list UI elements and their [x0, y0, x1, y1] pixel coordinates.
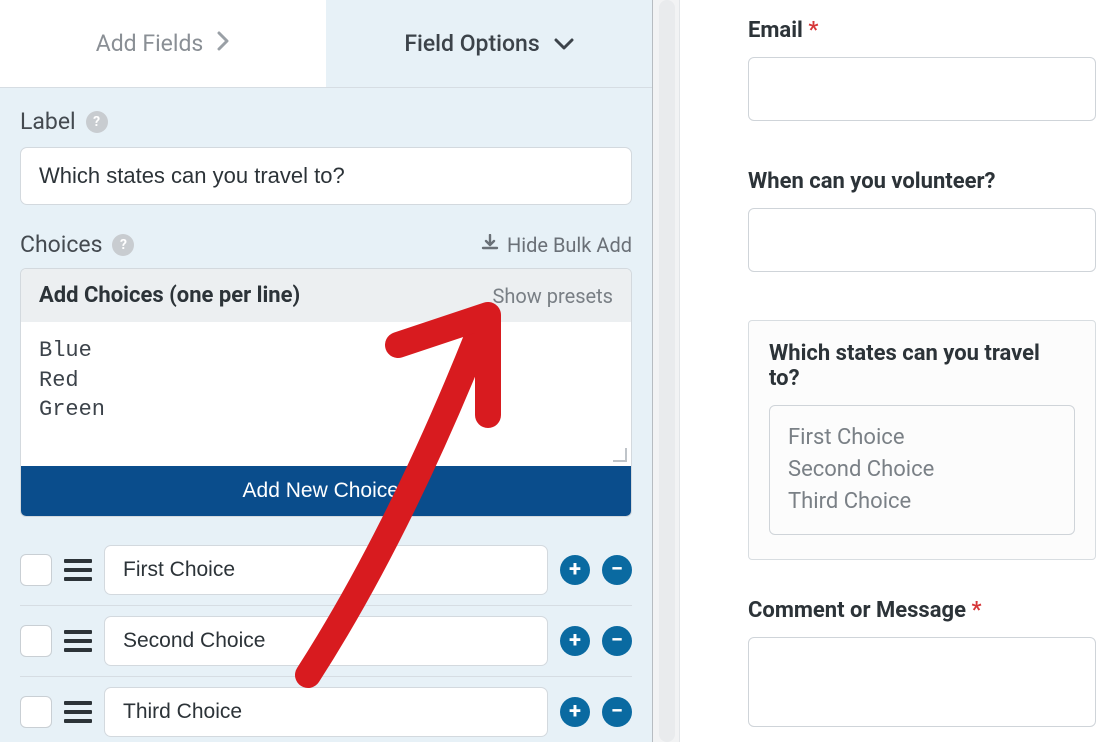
choice-row	[20, 606, 632, 677]
add-choice-button[interactable]	[560, 626, 590, 656]
tab-field-options-label: Field Options	[404, 30, 539, 57]
label-input[interactable]	[20, 147, 632, 205]
chevron-right-icon	[217, 30, 230, 57]
bulk-add-textarea[interactable]	[21, 322, 631, 462]
states-choice-preview: First Choice Second Choice Third Choice	[769, 405, 1075, 535]
preview-field-comment[interactable]: Comment or Message *	[748, 598, 1096, 727]
panel-body: Label ? Choices ? Hide Bulk Add Add Choi…	[0, 88, 652, 747]
choice-default-checkbox[interactable]	[20, 554, 52, 586]
choice-input[interactable]	[104, 545, 548, 595]
volunteer-label: When can you volunteer?	[748, 169, 1096, 194]
volunteer-input[interactable]	[748, 208, 1096, 272]
add-choice-button[interactable]	[560, 555, 590, 585]
preview-choice: Second Choice	[788, 454, 1056, 486]
choices-title: Choices	[20, 231, 102, 258]
preview-field-states[interactable]: Which states can you travel to? First Ch…	[748, 320, 1096, 560]
bulk-add-box: Add Choices (one per line) Show presets …	[20, 268, 632, 517]
preview-choice: Third Choice	[788, 486, 1056, 518]
help-icon[interactable]: ?	[112, 234, 134, 256]
show-presets-link[interactable]: Show presets	[492, 284, 613, 308]
tab-field-options[interactable]: Field Options	[326, 0, 652, 87]
comment-label: Comment or Message *	[748, 598, 1096, 623]
download-icon	[481, 233, 499, 257]
panel-divider[interactable]	[652, 0, 680, 742]
choice-row	[20, 677, 632, 747]
tab-add-fields[interactable]: Add Fields	[0, 0, 326, 87]
form-preview: Email * When can you volunteer? Which st…	[680, 0, 1116, 742]
panel-tabs: Add Fields Field Options	[0, 0, 652, 88]
preview-choice: First Choice	[788, 422, 1056, 454]
help-icon[interactable]: ?	[86, 111, 108, 133]
preview-field-email[interactable]: Email *	[748, 18, 1096, 121]
label-row: Label ?	[20, 108, 632, 135]
choice-default-checkbox[interactable]	[20, 625, 52, 657]
preview-field-volunteer[interactable]: When can you volunteer?	[748, 169, 1096, 272]
hide-bulk-add-label: Hide Bulk Add	[507, 233, 632, 257]
choice-row	[20, 535, 632, 606]
choice-input[interactable]	[104, 687, 548, 737]
choice-list	[20, 535, 632, 747]
email-label: Email *	[748, 18, 1096, 43]
hide-bulk-add-link[interactable]: Hide Bulk Add	[481, 233, 632, 257]
required-indicator: *	[971, 598, 981, 623]
add-new-choices-button[interactable]: Add New Choices	[21, 466, 631, 516]
drag-handle-icon[interactable]	[64, 559, 92, 581]
remove-choice-button[interactable]	[602, 555, 632, 585]
remove-choice-button[interactable]	[602, 697, 632, 727]
choice-input[interactable]	[104, 616, 548, 666]
add-choice-button[interactable]	[560, 697, 590, 727]
required-indicator: *	[808, 18, 818, 43]
field-options-panel: Add Fields Field Options Label ? Choices…	[0, 0, 652, 742]
choices-header: Choices ? Hide Bulk Add	[20, 231, 632, 258]
email-input[interactable]	[748, 57, 1096, 121]
label-title: Label	[20, 108, 76, 135]
states-label: Which states can you travel to?	[769, 341, 1075, 391]
tab-add-fields-label: Add Fields	[96, 30, 204, 57]
drag-handle-icon[interactable]	[64, 701, 92, 723]
remove-choice-button[interactable]	[602, 626, 632, 656]
chevron-down-icon	[554, 30, 574, 57]
comment-textarea[interactable]	[748, 637, 1096, 727]
drag-handle-icon[interactable]	[64, 630, 92, 652]
bulk-add-title: Add Choices (one per line)	[39, 283, 300, 308]
choice-default-checkbox[interactable]	[20, 696, 52, 728]
